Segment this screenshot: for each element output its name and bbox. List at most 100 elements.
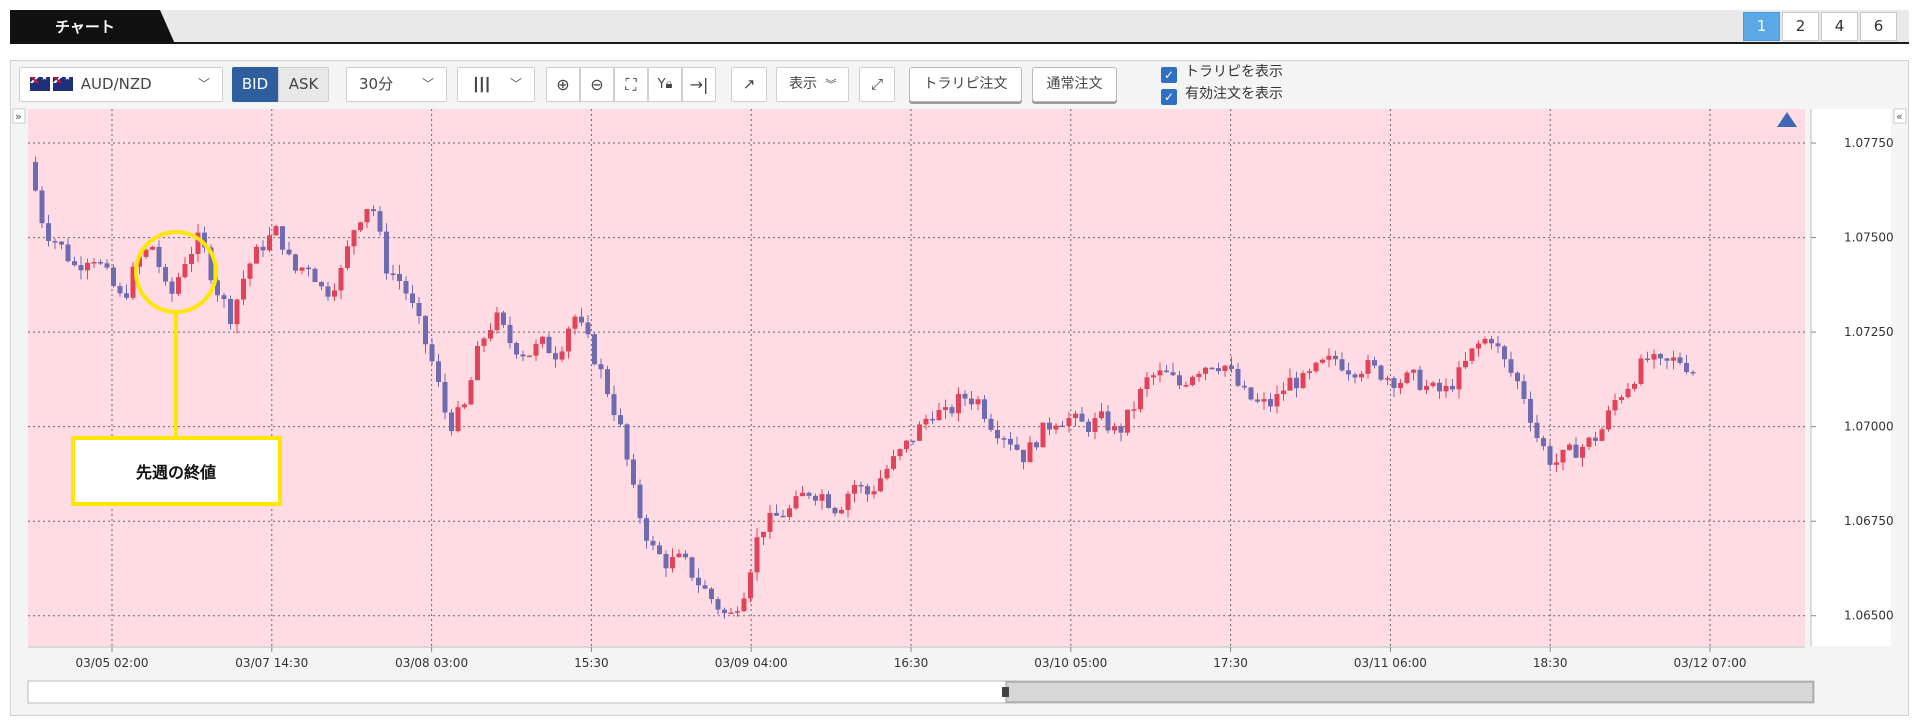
candle-body (1508, 359, 1514, 373)
expand-button[interactable]: ⤢ (859, 67, 895, 102)
layout-2-button[interactable]: 2 (1782, 12, 1819, 41)
candle-body (182, 264, 188, 278)
show-trail-label: トラリピを表示 (1185, 64, 1283, 80)
candle-body (1300, 373, 1306, 389)
candle-body (1359, 373, 1364, 378)
candle-body (312, 268, 318, 283)
display-menu-button[interactable]: 表示 ︾ (776, 67, 849, 102)
currency-pair-select[interactable]: AUD/NZD ﹀ (19, 67, 223, 102)
layout-1-button[interactable]: 1 (1743, 12, 1780, 41)
candle-body (1268, 399, 1273, 407)
bid-button[interactable]: BID (232, 67, 278, 102)
candle-body (1346, 370, 1351, 375)
candle-body (962, 393, 968, 399)
interval-select[interactable]: 30分 ﹀ (346, 67, 447, 102)
navigator-window[interactable] (1005, 681, 1814, 703)
price-axis[interactable] (1811, 109, 1891, 646)
candle-body (793, 496, 799, 509)
x-tick-label: 18:30 (1533, 656, 1568, 670)
chart-panel: AUD/NZD ﹀ BID ASK 30分 ﹀ ┃┃┃ ﹀ ⊕ ⊖ ⛶ Y🔒︎ … (10, 60, 1909, 716)
candle-body (585, 322, 591, 335)
candle-body (1528, 398, 1533, 423)
candle-body (1333, 355, 1338, 360)
candle-body (735, 611, 740, 613)
tab-chart[interactable]: チャート (10, 10, 175, 44)
right-collapse-icon: « (1896, 110, 1903, 123)
candle-body (904, 440, 909, 450)
layout-4-button[interactable]: 4 (1821, 12, 1858, 41)
candle-body (936, 410, 942, 421)
candle-body (1515, 372, 1520, 382)
candle-body (1599, 429, 1605, 441)
price-chart[interactable]: » « 1.07750 1.07500 1.07250 1.07000 1.06750 1… (11, 107, 1908, 715)
candle-body (429, 344, 435, 362)
plot-area[interactable] (28, 109, 1805, 646)
normal-order-button[interactable]: 通常注文 (1032, 67, 1117, 102)
candle-body (98, 262, 103, 264)
x-tick-label: 15:30 (574, 656, 609, 670)
candle-body (1248, 387, 1254, 400)
candle-body (1060, 425, 1065, 428)
y-axis-lock-button[interactable]: Y🔒︎ (648, 67, 682, 102)
candle-body (306, 267, 311, 270)
candle-body (124, 293, 129, 298)
candle-body (845, 493, 851, 510)
candle-body (1450, 385, 1455, 390)
candle-body (228, 299, 233, 325)
candle-body (1001, 438, 1007, 440)
interval-label: 30分 (359, 75, 394, 93)
show-trail-checkbox[interactable]: ✓ トラリピを表示 (1161, 63, 1283, 83)
candle-body (1638, 358, 1644, 384)
candle-body (52, 241, 58, 243)
candle-body (156, 246, 162, 268)
zoom-in-button[interactable]: ⊕ (546, 67, 580, 102)
layout-6-button[interactable]: 6 (1860, 12, 1897, 41)
candle-body (761, 531, 766, 538)
candle-body (1287, 377, 1293, 391)
candle-body (1645, 358, 1650, 361)
candle-body (91, 262, 97, 264)
fit-view-icon: ⛶ (625, 75, 637, 94)
candle-body (871, 491, 877, 495)
candle-body (1203, 367, 1208, 374)
candle-body (676, 553, 682, 558)
trail-order-button[interactable]: トラリピ注文 (909, 67, 1022, 102)
x-tick-label: 17:30 (1213, 656, 1248, 670)
candle-body (104, 263, 110, 268)
candle-body (189, 253, 194, 265)
chart-type-select[interactable]: ┃┃┃ ﹀ (457, 67, 535, 102)
candle-body (832, 507, 838, 514)
candle-body (1664, 358, 1670, 361)
indicator-button[interactable]: ↗ (731, 67, 767, 102)
candle-body (631, 459, 636, 485)
candle-body (507, 324, 513, 344)
zoom-out-button[interactable]: ⊖ (580, 67, 614, 102)
candle-body (1235, 368, 1241, 386)
candle-body (1066, 418, 1072, 427)
ask-button[interactable]: ASK (278, 67, 329, 102)
x-tick-label: 03/08 03:00 (395, 656, 468, 670)
navigator-handle[interactable] (1002, 687, 1009, 697)
candle-body (1417, 369, 1423, 390)
candle-body (410, 293, 415, 304)
candle-body (1593, 437, 1598, 441)
candle-body (1105, 411, 1111, 431)
candle-body (1547, 446, 1553, 465)
y-tick-label: 1.07250 (1844, 325, 1894, 339)
candle-body (767, 512, 773, 532)
x-tick-label: 03/09 04:00 (715, 656, 788, 670)
candle-body (468, 380, 474, 405)
candle-body (286, 249, 292, 255)
scroll-to-latest-button[interactable]: →| (682, 67, 716, 102)
candle-body (1437, 382, 1442, 392)
candle-body (455, 407, 461, 432)
candle-body (1021, 449, 1026, 463)
zoom-out-icon: ⊖ (590, 75, 604, 94)
fit-view-button[interactable]: ⛶ (614, 67, 648, 102)
y-lock-icon: Y🔒︎ (657, 77, 673, 92)
candle-body (449, 412, 454, 432)
candle-body (910, 440, 916, 443)
x-tick-label: 03/05 02:00 (76, 656, 149, 670)
candle-body (1690, 371, 1696, 374)
show-orders-checkbox[interactable]: ✓ 有効注文を表示 (1161, 85, 1283, 105)
